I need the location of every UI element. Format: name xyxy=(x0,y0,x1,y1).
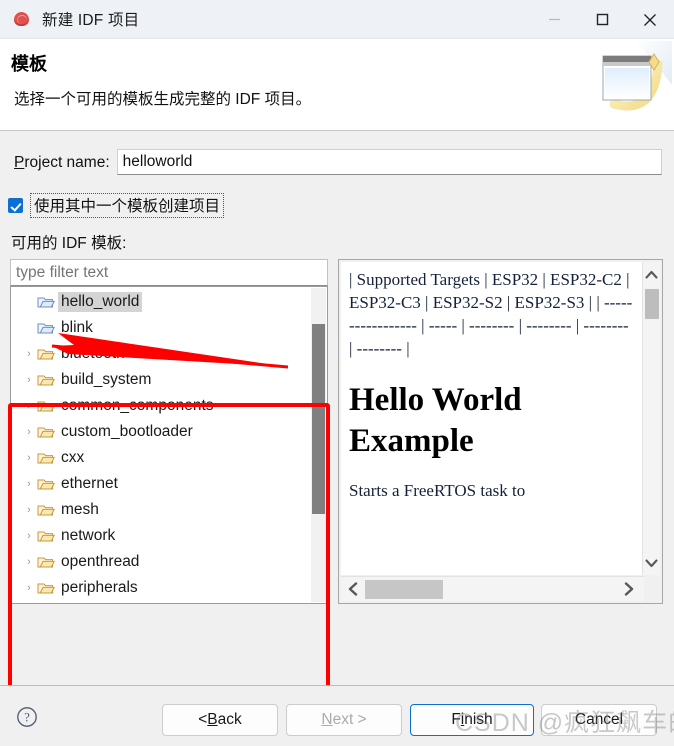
tree-item-label: bluetooth xyxy=(61,345,125,362)
tree-item-label: blink xyxy=(61,319,93,336)
tree-item-label: ethernet xyxy=(61,475,118,492)
expand-arrow-icon[interactable]: › xyxy=(21,478,37,490)
page-subtitle: 选择一个可用的模板生成完整的 IDF 项目。 xyxy=(14,91,312,108)
tree-item[interactable]: blink xyxy=(11,315,311,341)
folder-group-icon xyxy=(37,581,55,595)
tree-item[interactable]: › network xyxy=(11,523,311,549)
description-hscrollbar-thumb[interactable] xyxy=(365,580,443,599)
scroll-up-icon[interactable] xyxy=(643,264,660,284)
maximize-icon[interactable] xyxy=(578,0,626,39)
use-template-checkbox[interactable] xyxy=(8,198,23,213)
use-template-checkbox-row[interactable]: 使用其中一个模板创建项目 xyxy=(8,193,225,218)
template-tree[interactable]: hello_world blink › bluetooth › build_sy… xyxy=(10,286,328,604)
wizard-header: 模板 选择一个可用的模板生成完整的 IDF 项目。 xyxy=(0,39,674,131)
scroll-left-icon[interactable] xyxy=(342,577,364,601)
folder-group-icon xyxy=(37,425,55,439)
window-title: 新建 IDF 项目 xyxy=(42,12,140,29)
use-template-checkbox-label: 使用其中一个模板创建项目 xyxy=(30,193,225,218)
expand-arrow-icon[interactable]: › xyxy=(21,530,37,542)
tree-item[interactable]: › ethernet xyxy=(11,471,311,497)
tree-item-label: cxx xyxy=(61,449,85,466)
available-templates-label: 可用的 IDF 模板: xyxy=(11,235,127,252)
template-tree-panel: hello_world blink › blu xyxy=(10,259,328,604)
help-icon[interactable]: ? xyxy=(16,706,38,728)
tree-item[interactable]: › build_system xyxy=(11,367,311,393)
description-scrollbar-thumb[interactable] xyxy=(645,289,659,319)
expand-arrow-icon[interactable]: › xyxy=(21,452,37,464)
close-icon[interactable] xyxy=(626,0,674,39)
description-supported-targets: | Supported Targets | ESP32 | ESP32-C2 |… xyxy=(349,270,633,359)
page-title: 模板 xyxy=(11,54,47,74)
filter-input[interactable] xyxy=(10,259,328,286)
tree-item-label: hello_world xyxy=(58,292,143,312)
tree-item[interactable]: hello_world xyxy=(11,289,311,315)
tree-item[interactable]: › bluetooth xyxy=(11,341,311,367)
expand-arrow-icon[interactable]: › xyxy=(21,374,37,386)
description-horizontal-scrollbar[interactable] xyxy=(341,576,644,601)
svg-text:?: ? xyxy=(24,711,30,725)
tree-scrollbar-thumb[interactable] xyxy=(312,324,325,514)
expand-arrow-icon[interactable]: › xyxy=(21,400,37,412)
expand-arrow-icon[interactable]: › xyxy=(21,348,37,360)
project-name-row: Project name: xyxy=(14,149,662,175)
folder-group-icon xyxy=(37,373,55,387)
new-idf-project-dialog: 新建 IDF 项目 模板 选择一个可用的模板生成完整的 IDF 项目。 Proj… xyxy=(0,0,674,746)
scroll-right-icon[interactable] xyxy=(618,577,640,601)
finish-button[interactable]: Fi nish xyxy=(410,704,534,736)
tree-item-label: network xyxy=(61,527,116,544)
tree-item[interactable]: › peripherals xyxy=(11,575,311,601)
wizard-banner-icon xyxy=(588,41,672,121)
tree-item-label: custom_bootloader xyxy=(61,423,193,440)
folder-group-icon xyxy=(37,529,55,543)
tree-item[interactable]: › cxx xyxy=(11,445,311,471)
template-tree-list: hello_world blink › bluetooth › build_sy… xyxy=(11,289,311,601)
dialog-footer: ? < Back Next > Fi nish Cancel xyxy=(0,685,674,746)
expand-arrow-icon[interactable]: › xyxy=(21,556,37,568)
description-vertical-scrollbar[interactable] xyxy=(642,262,660,575)
window-controls xyxy=(530,0,674,39)
project-name-input[interactable] xyxy=(116,149,662,175)
tree-item-label: openthread xyxy=(61,553,140,570)
template-description-panel: | Supported Targets | ESP32 | ESP32-C2 |… xyxy=(338,259,663,604)
description-content: | Supported Targets | ESP32 | ESP32-C2 |… xyxy=(341,262,644,575)
back-button[interactable]: < Back xyxy=(162,704,278,736)
scroll-down-icon[interactable] xyxy=(643,553,660,573)
description-heading: Hello World Example xyxy=(349,382,522,459)
folder-group-icon xyxy=(37,503,55,517)
tree-vertical-scrollbar[interactable] xyxy=(311,288,326,602)
tree-item-label: common_components xyxy=(61,397,214,414)
folder-leaf-icon xyxy=(37,321,55,335)
tree-item[interactable]: › mesh xyxy=(11,497,311,523)
folder-group-icon xyxy=(37,477,55,491)
folder-leaf-icon xyxy=(37,295,55,309)
tree-item-label: mesh xyxy=(61,501,99,518)
project-name-label: Project name: xyxy=(14,154,110,171)
next-button[interactable]: Next > xyxy=(286,704,402,736)
expand-arrow-icon[interactable]: › xyxy=(21,426,37,438)
espressif-logo-icon xyxy=(12,9,32,29)
folder-group-icon xyxy=(37,347,55,361)
expand-arrow-icon[interactable]: › xyxy=(21,582,37,594)
tree-item-label: peripherals xyxy=(61,579,138,596)
tree-item[interactable]: › common_components xyxy=(11,393,311,419)
folder-group-icon xyxy=(37,555,55,569)
folder-group-icon xyxy=(37,451,55,465)
description-body: Starts a FreeRTOS task to xyxy=(349,480,526,500)
tree-item[interactable]: › custom_bootloader xyxy=(11,419,311,445)
tree-item-label: build_system xyxy=(61,371,152,388)
wizard-body: Project name: 使用其中一个模板创建项目 可用的 IDF 模板: h… xyxy=(0,131,674,739)
expand-arrow-icon[interactable]: › xyxy=(21,504,37,516)
folder-group-icon xyxy=(37,399,55,413)
cancel-button[interactable]: Cancel xyxy=(541,704,657,736)
minimize-icon[interactable] xyxy=(530,0,578,39)
tree-item[interactable]: › openthread xyxy=(11,549,311,575)
window-titlebar: 新建 IDF 项目 xyxy=(0,0,674,39)
